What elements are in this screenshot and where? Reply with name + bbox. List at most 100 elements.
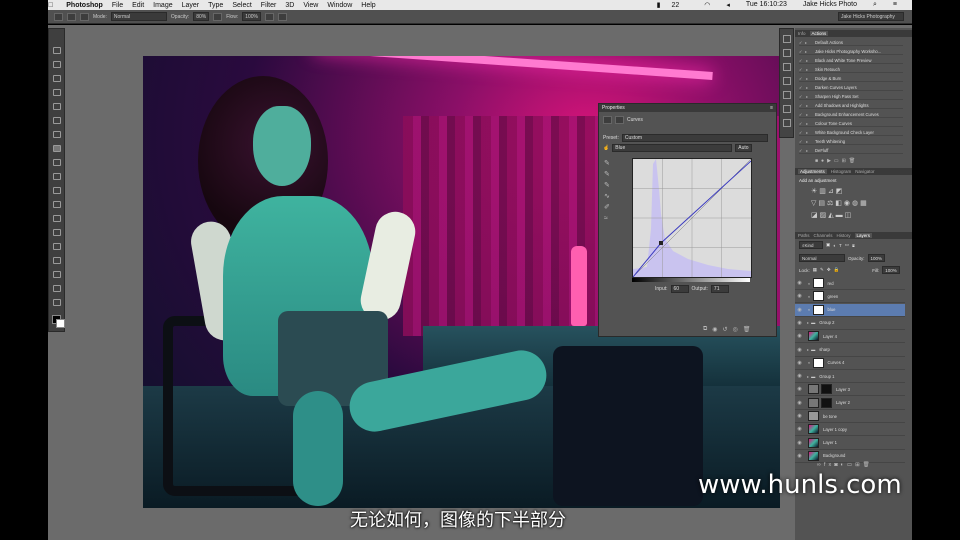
- properties-tab[interactable]: Properties: [602, 105, 625, 111]
- bw-icon[interactable]: ◧: [835, 200, 844, 207]
- white-point-eyedropper-icon[interactable]: ✎: [604, 180, 616, 191]
- layer-row[interactable]: ◉ Layer 3: [795, 383, 905, 397]
- menu-window[interactable]: Window: [327, 2, 352, 9]
- layer-row[interactable]: ◉ Layer 2: [795, 397, 905, 410]
- action-item[interactable]: ✓ ▸ White Background Check Layer: [799, 129, 903, 136]
- expand-triangle-icon[interactable]: ▸: [805, 94, 815, 99]
- expand-triangle-icon[interactable]: ▸: [805, 112, 815, 117]
- delete-layer-icon[interactable]: 🗑: [863, 462, 873, 468]
- menu-edit[interactable]: Edit: [132, 2, 144, 9]
- expand-triangle-icon[interactable]: ▸: [805, 76, 815, 81]
- properties-panel-icon[interactable]: [783, 49, 791, 57]
- group-triangle-icon[interactable]: ▸: [807, 320, 809, 325]
- action-item[interactable]: ✓ ▸ Black and White Tone Preview: [799, 57, 903, 64]
- action-item[interactable]: ✓ ▸ Sharpen High Pass Set: [799, 93, 903, 100]
- visibility-eye-icon[interactable]: ◉: [795, 280, 804, 286]
- layer-mask-thumbnail[interactable]: [812, 291, 824, 302]
- layer-row[interactable]: ◉ Layer 1: [795, 437, 905, 450]
- marquee-tool-icon[interactable]: [53, 61, 61, 68]
- selective-color-icon[interactable]: ◫: [845, 212, 854, 219]
- layer-thumbnail[interactable]: [808, 424, 819, 435]
- tab-channels[interactable]: Channels: [814, 233, 833, 238]
- menu-select[interactable]: Select: [232, 2, 251, 9]
- expand-triangle-icon[interactable]: ▸: [805, 58, 815, 63]
- mask-icon[interactable]: [615, 116, 624, 124]
- action-item[interactable]: ✓ ▸ Teeth Whitening: [799, 138, 903, 145]
- brush-panel-icon[interactable]: [80, 12, 89, 21]
- kind-filter-select[interactable]: ⌕ Kind: [799, 241, 823, 249]
- link-layers-icon[interactable]: ∞: [817, 462, 824, 468]
- group-triangle-icon[interactable]: ▸: [807, 374, 809, 379]
- visibility-eye-icon[interactable]: ◉: [795, 360, 804, 366]
- lasso-tool-icon[interactable]: [53, 75, 61, 82]
- hand-target-icon[interactable]: ☝: [603, 145, 609, 151]
- new-layer-icon[interactable]: ⊞: [855, 462, 863, 468]
- menu-filter[interactable]: Filter: [261, 2, 277, 9]
- levels-icon[interactable]: ▥: [819, 188, 828, 195]
- tab-history[interactable]: History: [837, 233, 851, 238]
- action-item[interactable]: ✓ ▸ Jake Hicks Photography Worksho...: [799, 48, 903, 55]
- layer-mask-thumbnail[interactable]: [821, 384, 832, 395]
- expand-triangle-icon[interactable]: ▸: [805, 85, 815, 90]
- user-name[interactable]: Jake Hicks Photo: [803, 1, 857, 9]
- zoom-tool-icon[interactable]: [53, 299, 61, 306]
- photo-filter-icon[interactable]: ◉: [844, 200, 852, 207]
- curve-point-icon[interactable]: ∿: [604, 191, 616, 202]
- character-panel-icon[interactable]: [783, 63, 791, 71]
- spotlight-icon[interactable]: ⌕: [873, 1, 877, 9]
- layer-row[interactable]: ◉ ◐ green: [795, 290, 905, 304]
- expand-triangle-icon[interactable]: ▸: [805, 130, 815, 135]
- volume-icon[interactable]: ◂: [726, 1, 730, 9]
- move-tool-icon[interactable]: [53, 47, 61, 54]
- clone-stamp-tool-icon[interactable]: [53, 159, 61, 166]
- reset-icon[interactable]: ↺: [723, 326, 728, 333]
- curves-graph[interactable]: [632, 158, 752, 278]
- invert-icon[interactable]: ◪: [811, 212, 820, 219]
- layer-row[interactable]: ◉ ▸ ▬ Group 1: [795, 370, 905, 384]
- preset-select[interactable]: Custom: [621, 134, 768, 142]
- layer-thumbnail[interactable]: [808, 397, 819, 408]
- pressure-opacity-icon[interactable]: [213, 12, 223, 21]
- background-color-swatch[interactable]: [56, 319, 65, 328]
- group-triangle-icon[interactable]: ▸: [807, 347, 809, 352]
- filter-smart-icon[interactable]: ⧈: [852, 243, 855, 248]
- expand-triangle-icon[interactable]: ▸: [805, 40, 815, 45]
- gradient-map-icon[interactable]: ▬: [836, 212, 845, 219]
- layer-row[interactable]: ◉ Background: [795, 450, 905, 463]
- layer-thumbnail[interactable]: [808, 411, 819, 421]
- brush-preset-icon[interactable]: [67, 12, 76, 21]
- curve-control-point[interactable]: [659, 241, 663, 245]
- layer-thumbnail[interactable]: [808, 437, 819, 448]
- tab-layers[interactable]: Layers: [854, 233, 873, 238]
- exposure-icon[interactable]: ◩: [836, 188, 845, 195]
- brush-tool-icon[interactable]: [53, 145, 61, 152]
- color-lookup-icon[interactable]: ▦: [860, 200, 869, 207]
- delete-icon[interactable]: 🗑: [743, 326, 751, 333]
- clip-to-layer-icon[interactable]: ⧉: [703, 326, 707, 333]
- fill-input[interactable]: 100%: [882, 266, 900, 274]
- eyedropper-tool-icon[interactable]: [53, 117, 61, 124]
- black-point-eyedropper-icon[interactable]: ✎: [604, 158, 616, 169]
- flow-input[interactable]: 100%: [242, 12, 262, 21]
- blend-mode-select[interactable]: Normal: [799, 254, 845, 262]
- clone-source-panel-icon[interactable]: [783, 105, 791, 113]
- menu-file[interactable]: File: [112, 2, 123, 9]
- action-item[interactable]: ✓ ▸ Skin Retouch: [799, 66, 903, 73]
- smooth-icon[interactable]: ≈: [604, 213, 616, 224]
- expand-triangle-icon[interactable]: ▸: [805, 103, 815, 108]
- pressure-size-icon[interactable]: [278, 12, 288, 21]
- visibility-eye-icon[interactable]: ◉: [795, 440, 804, 446]
- layer-row[interactable]: ◉ ▸ ▬ Group 2: [795, 317, 905, 330]
- blur-tool-icon[interactable]: [53, 215, 61, 222]
- opacity-input[interactable]: 80%: [193, 12, 210, 21]
- curves-icon[interactable]: ⊿: [828, 188, 836, 195]
- menu-layer[interactable]: Layer: [182, 2, 200, 9]
- battery-indicator[interactable]: ▮ 22: [657, 1, 689, 9]
- expand-triangle-icon[interactable]: ▸: [805, 67, 815, 72]
- layer-mask-thumbnail[interactable]: [812, 357, 824, 368]
- menu-view[interactable]: View: [303, 2, 318, 9]
- channel-select[interactable]: Blue: [612, 144, 733, 152]
- visibility-eye-icon[interactable]: ◉: [795, 347, 804, 353]
- expand-triangle-icon[interactable]: ▸: [805, 121, 815, 126]
- filter-adjustment-icon[interactable]: ◐: [833, 243, 836, 248]
